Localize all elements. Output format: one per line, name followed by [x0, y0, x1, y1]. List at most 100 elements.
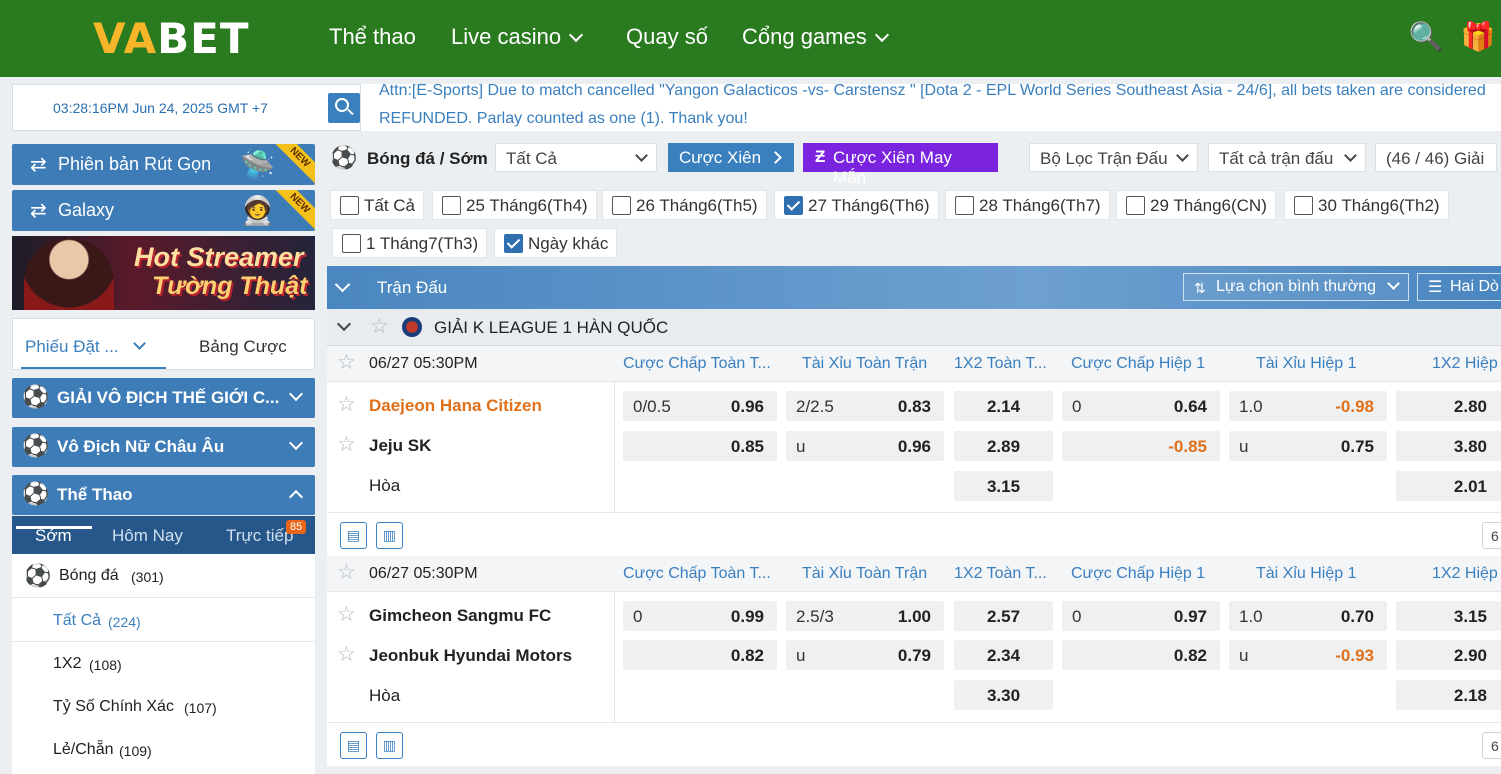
- date-chip[interactable]: 29 Tháng6(CN): [1116, 190, 1276, 220]
- more-markets-button[interactable]: 6: [1482, 522, 1501, 549]
- star-icon[interactable]: ☆: [337, 642, 356, 667]
- odds-cell[interactable]: u 0.79: [786, 640, 944, 670]
- clock: 03:28:16PM Jun 24, 2025 GMT +7: [53, 100, 268, 116]
- chevron-down-icon: [1176, 149, 1189, 162]
- date-chip[interactable]: 28 Tháng6(Th7): [945, 190, 1110, 220]
- odds-cell[interactable]: 0 0.99: [623, 601, 777, 631]
- lines-select[interactable]: ☰ Hai Dò: [1417, 273, 1501, 301]
- odds-cell[interactable]: 0 0.64: [1062, 391, 1220, 421]
- odds-cell[interactable]: 2.01: [1396, 471, 1501, 501]
- market-select[interactable]: Tất Cả: [495, 143, 657, 172]
- odds-cell[interactable]: 2.14: [954, 391, 1053, 421]
- tab-bet-table[interactable]: Bảng Cược: [199, 337, 287, 357]
- hot-streamer-banner[interactable]: Hot Streamer Tường Thuật: [12, 236, 315, 310]
- search-icon[interactable]: 🔍: [1408, 20, 1444, 56]
- league-row[interactable]: ☆ GIẢI K LEAGUE 1 HÀN QUỐC: [327, 309, 1501, 346]
- sport-soccer[interactable]: ⚽ Bóng đá (301): [12, 554, 315, 598]
- tab-live[interactable]: Trực tiếp: [226, 526, 293, 546]
- category-world-cup[interactable]: ⚽ GIẢI VÔ ĐỊCH THẾ GIỚI C...: [12, 378, 315, 418]
- tab-early[interactable]: Sớm: [35, 526, 72, 546]
- search-button[interactable]: [328, 93, 360, 123]
- date-chip[interactable]: 30 Tháng6(Th2): [1284, 190, 1449, 220]
- date-chip[interactable]: 26 Tháng6(Th5): [602, 190, 767, 220]
- nav-games[interactable]: Cổng games: [742, 24, 889, 50]
- checkbox[interactable]: [612, 196, 631, 215]
- short-version-button[interactable]: ⇄ Phiên bản Rút Gọn 🛸 NEW: [12, 144, 315, 185]
- star-icon[interactable]: ☆: [337, 350, 356, 375]
- parlay-button[interactable]: Cược Xiên: [668, 143, 794, 172]
- galaxy-button[interactable]: ⇄ Galaxy 🧑‍🚀 NEW: [12, 190, 315, 231]
- stats-icon[interactable]: ▥: [376, 522, 403, 549]
- checkbox[interactable]: [340, 196, 359, 215]
- category-women-euro[interactable]: ⚽ Vô Địch Nữ Châu Âu: [12, 427, 315, 467]
- odds-cell[interactable]: 1.0 -0.98: [1229, 391, 1387, 421]
- nav-lottery[interactable]: Quay số: [626, 24, 708, 50]
- odds-cell[interactable]: u 0.75: [1229, 431, 1387, 461]
- odds-cell[interactable]: 0.82: [1062, 640, 1220, 670]
- star-icon[interactable]: ☆: [337, 432, 356, 457]
- streamer-image: [24, 238, 114, 310]
- checkbox-checked[interactable]: [504, 234, 523, 253]
- odds-cell[interactable]: 2.80: [1396, 391, 1501, 421]
- list-item[interactable]: Tỷ Số Chính Xác (107): [12, 685, 315, 728]
- chevron-down-icon[interactable]: [336, 316, 352, 332]
- odds-cell[interactable]: 1.0 0.70: [1229, 601, 1387, 631]
- star-icon[interactable]: ☆: [370, 314, 389, 339]
- date-chip[interactable]: 25 Tháng6(Th4): [432, 190, 597, 220]
- league-count-button[interactable]: (46 / 46) Giải: [1375, 143, 1497, 172]
- odds-cell[interactable]: 3.15: [954, 471, 1053, 501]
- match-filter-select[interactable]: Bộ Lọc Trận Đấu: [1029, 143, 1198, 172]
- date-chip[interactable]: 27 Tháng6(Th6): [774, 190, 939, 220]
- nav-live-casino[interactable]: Live casino: [451, 24, 584, 50]
- odds-cell[interactable]: u -0.93: [1229, 640, 1387, 670]
- star-icon[interactable]: ☆: [337, 560, 356, 585]
- nav-sports[interactable]: Thể thao: [329, 24, 416, 50]
- stats-icon[interactable]: ▥: [376, 732, 403, 759]
- odds-cell[interactable]: 2.89: [954, 431, 1053, 461]
- star-icon[interactable]: ☆: [337, 602, 356, 627]
- sort-select[interactable]: ⇅ Lựa chọn bình thường: [1183, 273, 1409, 301]
- checkbox[interactable]: [1126, 196, 1145, 215]
- odds-cell[interactable]: 2.90: [1396, 640, 1501, 670]
- scoreboard-icon[interactable]: ▤: [340, 522, 367, 549]
- odds-cell[interactable]: 2.57: [954, 601, 1053, 631]
- odds-cell[interactable]: 0.85: [623, 431, 777, 461]
- checkbox[interactable]: [342, 234, 361, 253]
- odds-cell[interactable]: 2.5/3 1.00: [786, 601, 944, 631]
- checkbox[interactable]: [442, 196, 461, 215]
- checkbox[interactable]: [1294, 196, 1313, 215]
- odds-cell[interactable]: 3.80: [1396, 431, 1501, 461]
- list-item[interactable]: Lẻ/Chẵn (109): [12, 728, 315, 771]
- vabet-logo[interactable]: VABET: [93, 14, 250, 63]
- checkbox[interactable]: [955, 196, 974, 215]
- checkbox-checked[interactable]: [784, 196, 803, 215]
- scoreboard-icon[interactable]: ▤: [340, 732, 367, 759]
- odds-cell[interactable]: -0.85: [1062, 431, 1220, 461]
- all-matches-select[interactable]: Tất cả trận đấu: [1208, 143, 1366, 172]
- list-item[interactable]: Tất Cả (224): [12, 599, 315, 642]
- lucky-parlay-button[interactable]: Ƶ Cược Xiên May Mắn: [803, 143, 998, 187]
- more-markets-button[interactable]: 6: [1482, 732, 1501, 759]
- match-footer: ▤ ▥ 6: [327, 722, 1501, 766]
- odds-cell[interactable]: 2.34: [954, 640, 1053, 670]
- odds-cell[interactable]: 3.30: [954, 680, 1053, 710]
- date-chip[interactable]: Ngày khác: [494, 228, 618, 258]
- odds-cell[interactable]: u 0.96: [786, 431, 944, 461]
- odds-cell[interactable]: 2.18: [1396, 680, 1501, 710]
- odds-cell[interactable]: 0 0.97: [1062, 601, 1220, 631]
- odds-cell[interactable]: 0/0.5 0.96: [623, 391, 777, 421]
- gift-icon[interactable]: 🎁: [1460, 20, 1496, 56]
- tab-bet-slip[interactable]: Phiếu Đặt ...: [25, 337, 146, 357]
- date-chip[interactable]: 1 Tháng7(Th3): [332, 228, 488, 258]
- filter-bar: ⚽ Bóng đá / Sớm Tất Cả Cược Xiên Ƶ Cược X…: [327, 140, 1501, 187]
- tab-today[interactable]: Hôm Nay: [112, 526, 183, 546]
- chevron-down-icon: [635, 149, 648, 162]
- odds-cell[interactable]: 2/2.5 0.83: [786, 391, 944, 421]
- category-sports[interactable]: ⚽ Thể Thao: [12, 475, 315, 515]
- odds-cell[interactable]: 0.82: [623, 640, 777, 670]
- star-icon[interactable]: ☆: [337, 392, 356, 417]
- list-item[interactable]: 1X2 (108): [12, 642, 315, 685]
- odds-cell[interactable]: 3.15: [1396, 601, 1501, 631]
- chevron-down-icon[interactable]: [334, 276, 351, 293]
- date-chip[interactable]: Tất Cả: [330, 190, 425, 220]
